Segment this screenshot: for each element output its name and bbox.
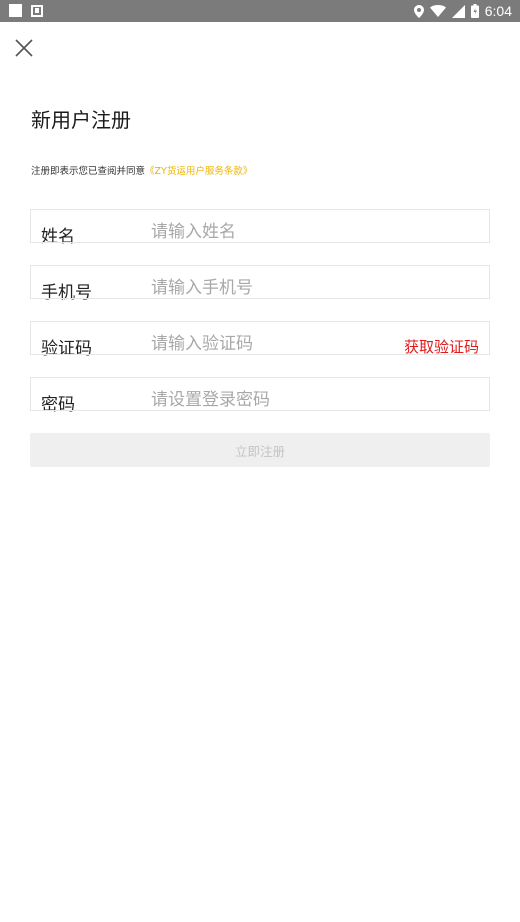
signal-icon — [451, 4, 465, 18]
battery-icon — [470, 4, 479, 18]
name-field-row: 姓名 — [30, 209, 490, 247]
password-label: 密码 — [41, 395, 75, 415]
status-time: 6:04 — [484, 3, 512, 19]
page-title: 新用户注册 — [31, 108, 131, 132]
code-input[interactable] — [151, 332, 391, 356]
notification-icon — [9, 4, 22, 17]
password-field-row: 密码 — [30, 377, 490, 415]
wifi-icon — [429, 5, 446, 17]
name-label: 姓名 — [41, 227, 75, 247]
code-field-row: 验证码 获取验证码 — [30, 321, 490, 359]
password-input[interactable] — [151, 388, 391, 412]
phone-label: 手机号 — [41, 283, 92, 303]
close-icon — [15, 39, 33, 57]
phone-input[interactable] — [151, 276, 391, 300]
status-bar: 6:04 — [0, 0, 520, 22]
status-icons: 6:04 — [413, 2, 512, 20]
phone-field-row: 手机号 — [30, 265, 490, 303]
close-button[interactable] — [12, 36, 36, 60]
app-notification-icon — [31, 5, 43, 17]
terms-prefix: 注册即表示您已查阅并同意 — [31, 166, 146, 177]
register-button[interactable]: 立即注册 — [30, 433, 490, 467]
terms-link[interactable]: 《ZY货运用户服务条款》 — [145, 166, 252, 177]
location-icon — [413, 4, 424, 18]
get-code-button[interactable]: 获取验证码 — [404, 336, 479, 357]
name-input[interactable] — [151, 220, 391, 244]
code-label: 验证码 — [41, 339, 92, 359]
terms-text: 注册即表示您已查阅并同意《ZY货运用户服务条款》 — [31, 163, 252, 177]
